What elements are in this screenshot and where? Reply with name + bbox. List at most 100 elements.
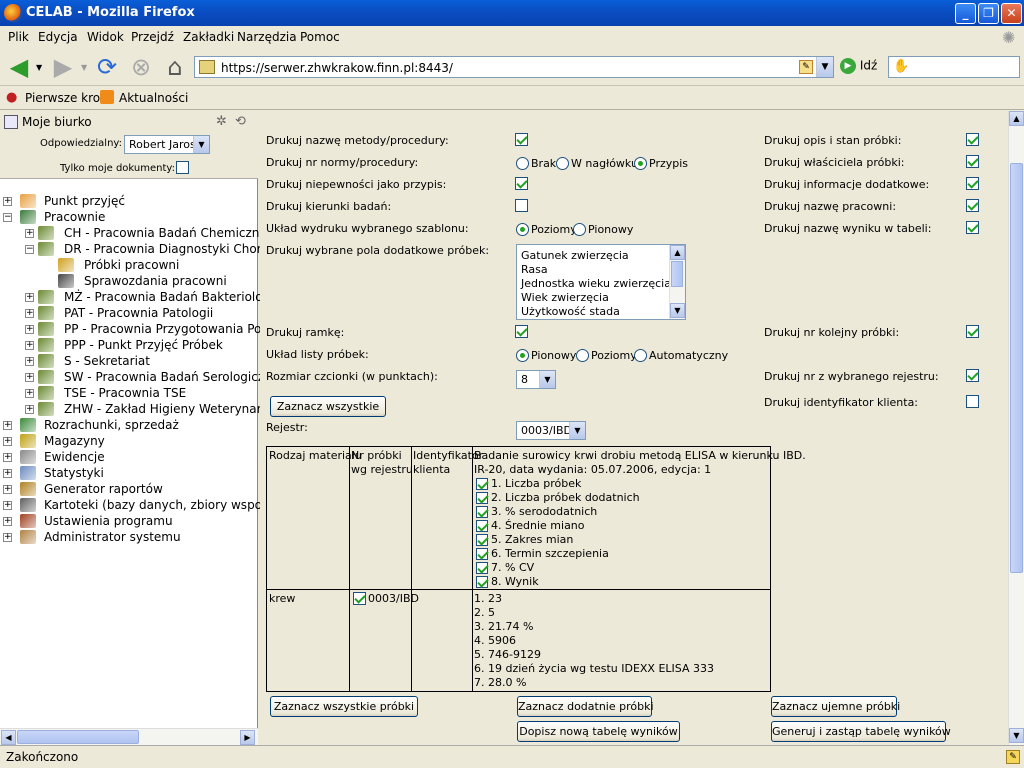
print-seq-checkbox[interactable] [966, 325, 979, 338]
url-dropdown-icon[interactable]: ▼ [816, 57, 833, 77]
print-result-name-checkbox[interactable] [966, 221, 979, 234]
menu-plik[interactable]: Plik [8, 30, 29, 44]
scroll-down-icon[interactable]: ▼ [670, 303, 685, 318]
select-all-button[interactable]: Zaznacz wszystkie [270, 396, 386, 417]
expand-icon[interactable]: + [3, 421, 12, 430]
parameter-checkbox[interactable] [476, 576, 488, 588]
print-client-id-checkbox[interactable] [966, 395, 979, 408]
norm-radio-brak[interactable] [516, 157, 529, 170]
tree-item[interactable]: + Statystyki [0, 465, 258, 481]
select-negative-button[interactable]: Zaznacz ujemne próbki [771, 696, 900, 717]
scroll-down-icon[interactable]: ▼ [1009, 728, 1024, 743]
menu-zakladki[interactable]: Zakładki [183, 30, 234, 44]
expand-icon[interactable]: + [3, 469, 12, 478]
list-item[interactable]: Wiek zwierzęcia [521, 291, 609, 304]
expand-icon[interactable]: + [3, 517, 12, 526]
tree-item[interactable]: + S - Sekretariat [0, 353, 258, 369]
collapse-icon[interactable]: − [25, 245, 34, 254]
responsible-select[interactable]: Robert Jaros ▼ [124, 135, 210, 154]
go-button[interactable]: ▶ Idź [840, 58, 877, 74]
parameter-checkbox[interactable] [476, 534, 488, 546]
expand-icon[interactable]: + [3, 453, 12, 462]
listbox-scrollbar[interactable]: ▲ ▼ [669, 245, 685, 319]
forward-arrow-icon[interactable]: ▶ [48, 52, 78, 82]
scroll-right-icon[interactable]: ▶ [240, 730, 255, 745]
menu-widok[interactable]: Widok [87, 30, 124, 44]
list-radio-automatyczny[interactable] [634, 349, 647, 362]
tree-item[interactable]: + Administrator systemu [0, 529, 258, 545]
tree-item[interactable]: + TSE - Pracownia TSE [0, 385, 258, 401]
tree-item[interactable]: + Generator raportów [0, 481, 258, 497]
font-size-select[interactable]: 8 ▼ [516, 370, 556, 389]
parameter-checkbox[interactable] [476, 492, 488, 504]
tree-item[interactable]: + SW - Pracownia Badań Serologiczr [0, 369, 269, 385]
menu-edycja[interactable]: Edycja [38, 30, 78, 44]
bookmark-aktualnosci[interactable]: Aktualności [119, 91, 188, 105]
expand-icon[interactable]: + [25, 341, 34, 350]
print-uncert-checkbox[interactable] [515, 177, 528, 190]
print-lab-checkbox[interactable] [966, 199, 979, 212]
parameter-checkbox[interactable] [476, 506, 488, 518]
expand-icon[interactable]: + [25, 357, 34, 366]
tree-item[interactable]: − Pracownie [0, 209, 258, 225]
back-dropdown-icon[interactable]: ▼ [36, 63, 42, 72]
tree-item[interactable]: + Punkt przyjęć [0, 193, 258, 209]
norm-radio-przypis[interactable] [634, 157, 647, 170]
tree-item[interactable]: + Ewidencje [0, 449, 258, 465]
close-button[interactable]: ✕ [1001, 3, 1022, 24]
parameter-checkbox[interactable] [476, 562, 488, 574]
list-item[interactable]: Rasa [521, 263, 548, 276]
print-frame-checkbox[interactable] [515, 325, 528, 338]
url-bar[interactable]: https://serwer.zhwkrakow.finn.pl:8443/ ✎… [194, 56, 834, 78]
tree-item[interactable]: + PP - Pracownia Przygotowania Pod [0, 321, 269, 337]
menu-narzedzia[interactable]: Narzędzia [237, 30, 297, 44]
expand-icon[interactable]: + [25, 293, 34, 302]
collapse-icon[interactable]: − [3, 213, 12, 222]
forward-dropdown-icon[interactable]: ▼ [81, 63, 87, 72]
layout-radio-poziomy[interactable] [516, 223, 529, 236]
list-item[interactable]: Gatunek zwierzęcia [521, 249, 629, 262]
home-icon[interactable]: ⌂ [160, 52, 190, 82]
expand-icon[interactable]: + [25, 405, 34, 414]
parameter-checkbox[interactable] [476, 520, 488, 532]
search-engine-icon[interactable]: ✋ [893, 59, 909, 74]
tree-item[interactable]: + ZHW - Zakład Higieny Weterynaryjn [0, 401, 280, 417]
expand-icon[interactable]: + [25, 309, 34, 318]
tree-item[interactable]: Sprawozdania pracowni [0, 273, 258, 289]
expand-icon[interactable]: + [25, 373, 34, 382]
scrollbar-thumb[interactable] [671, 261, 683, 287]
sidebar-horizontal-scrollbar[interactable]: ◀ ▶ [0, 728, 258, 745]
page-feed-icon[interactable]: ✎ [799, 60, 813, 74]
expand-icon[interactable]: + [3, 501, 12, 510]
scrollbar-thumb[interactable] [17, 730, 139, 744]
extra-fields-listbox[interactable]: Gatunek zwierzęcia Rasa Jednostka wieku … [516, 244, 686, 320]
list-item[interactable]: Użytkowość stada [521, 305, 620, 318]
select-all-samples-button[interactable]: Zaznacz wszystkie próbki [270, 696, 418, 717]
tree-item[interactable]: + Rozrachunki, sprzedaż [0, 417, 258, 433]
tree-item[interactable]: + Magazyny [0, 433, 258, 449]
collapse-icon[interactable]: ✲ [216, 114, 227, 129]
print-desc-checkbox[interactable] [966, 133, 979, 146]
refresh-icon[interactable]: ⟲ [235, 114, 246, 129]
bookmark-pierwsze-kroki[interactable]: Pierwsze kroki [25, 91, 110, 105]
list-radio-poziomy[interactable] [576, 349, 589, 362]
expand-icon[interactable]: + [3, 485, 12, 494]
expand-icon[interactable]: + [25, 325, 34, 334]
only-mine-checkbox[interactable] [176, 161, 189, 174]
parameter-checkbox[interactable] [476, 478, 488, 490]
sample-checkbox[interactable] [353, 592, 366, 605]
layout-radio-pionowy[interactable] [573, 223, 586, 236]
tree-item[interactable]: + CH - Pracownia Badań Chemiczny [0, 225, 267, 241]
back-arrow-icon[interactable]: ◀ [4, 52, 34, 82]
print-info-checkbox[interactable] [966, 177, 979, 190]
list-radio-pionowy[interactable] [516, 349, 529, 362]
tree-item[interactable]: + PPP - Punkt Przyjęć Próbek [0, 337, 258, 353]
expand-icon[interactable]: + [25, 229, 34, 238]
menu-przejdz[interactable]: Przejdź [131, 30, 174, 44]
print-owner-checkbox[interactable] [966, 155, 979, 168]
parameter-checkbox[interactable] [476, 548, 488, 560]
print-method-checkbox[interactable] [515, 133, 528, 146]
tree-item[interactable]: + Kartoteki (bazy danych, zbiory wspoma [0, 497, 281, 513]
expand-icon[interactable]: + [3, 437, 12, 446]
list-item[interactable]: Jednostka wieku zwierzęcia [521, 277, 671, 290]
